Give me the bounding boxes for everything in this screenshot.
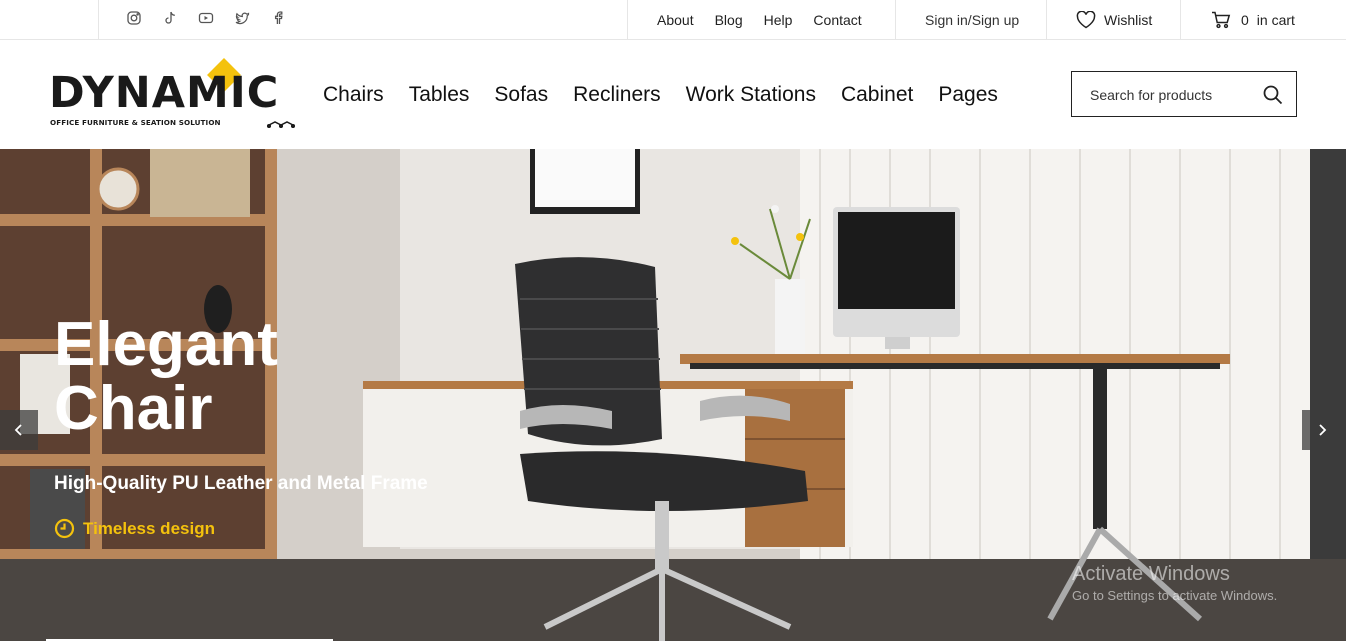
nav-work-stations[interactable]: Work Stations <box>686 80 816 110</box>
link-contact[interactable]: Contact <box>813 12 861 28</box>
cart-icon <box>1212 11 1231 28</box>
signin-link[interactable]: Sign in/Sign up <box>925 0 1019 39</box>
top-bar: About Blog Help Contact Sign in/Sign up … <box>0 0 1346 40</box>
hero-title-line1: Elegant <box>54 310 278 379</box>
nav-chairs[interactable]: Chairs <box>323 80 384 110</box>
nav-pages[interactable]: Pages <box>938 80 998 110</box>
hero-feature: Timeless design <box>54 518 215 539</box>
main-header: DYNAMIC OFFICE FURNITURE & SEATION SOLUT… <box>0 40 1346 149</box>
cart-label: in cart <box>1256 11 1295 28</box>
divider <box>895 0 896 39</box>
chair-icon <box>266 121 296 128</box>
main-nav: Chairs Tables Sofas Recliners Work Stati… <box>323 80 1023 110</box>
hero-title: Elegant Chair <box>54 313 374 441</box>
divider <box>1046 0 1047 39</box>
logo[interactable]: DYNAMIC OFFICE FURNITURE & SEATION SOLUT… <box>49 58 299 130</box>
watermark-subtitle: Go to Settings to activate Windows. <box>1072 588 1278 603</box>
divider <box>627 0 628 39</box>
wishlist-label: Wishlist <box>1104 11 1153 28</box>
nav-sofas[interactable]: Sofas <box>494 80 548 110</box>
hero-feature-label: Timeless design <box>83 518 215 538</box>
logo-wordmark: DYNAMIC <box>49 68 280 118</box>
search-box <box>1071 71 1297 117</box>
hero-slider: Elegant Chair High-Quality PU Leather an… <box>0 149 1346 641</box>
search-input[interactable] <box>1090 84 1260 106</box>
nav-recliners[interactable]: Recliners <box>573 80 661 110</box>
top-links: About Blog Help Contact <box>657 0 883 39</box>
social-links <box>126 10 286 26</box>
chevron-left-icon <box>14 424 22 436</box>
twitter-icon[interactable] <box>234 10 250 26</box>
wishlist-button[interactable]: Wishlist <box>1076 0 1152 39</box>
slider-prev-button[interactable] <box>0 410 38 450</box>
slider-next-button[interactable] <box>1302 410 1342 450</box>
windows-watermark: Activate Windows Go to Settings to activ… <box>1072 563 1277 603</box>
link-blog[interactable]: Blog <box>715 12 743 28</box>
tiktok-icon[interactable] <box>162 10 178 26</box>
divider <box>98 0 99 39</box>
link-help[interactable]: Help <box>764 12 793 28</box>
hero-title-line2: Chair <box>54 374 213 443</box>
youtube-icon[interactable] <box>198 10 214 26</box>
hero-subtitle: High-Quality PU Leather and Metal Frame <box>54 473 428 494</box>
chevron-right-icon <box>1319 424 1327 436</box>
heart-icon <box>1076 10 1096 28</box>
cart-count: 0 <box>1241 11 1249 28</box>
logo-tagline: OFFICE FURNITURE & SEATION SOLUTION <box>50 118 221 127</box>
facebook-icon[interactable] <box>270 10 286 26</box>
search-icon[interactable] <box>1262 84 1284 106</box>
nav-cabinet[interactable]: Cabinet <box>841 80 913 110</box>
divider <box>1180 0 1181 39</box>
watermark-title: Activate Windows <box>1072 563 1230 585</box>
instagram-icon[interactable] <box>126 10 142 26</box>
link-about[interactable]: About <box>657 12 694 28</box>
nav-tables[interactable]: Tables <box>409 80 470 110</box>
cart-button[interactable]: 0 in cart <box>1211 0 1295 39</box>
clock-icon <box>54 518 75 539</box>
